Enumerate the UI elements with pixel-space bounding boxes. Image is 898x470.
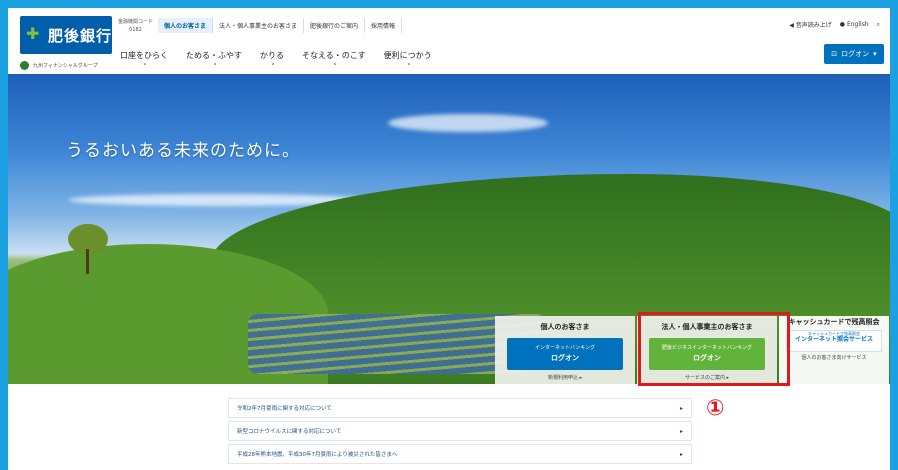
cash-card-link[interactable]: 個人のお客さま向けサービス [779,354,889,361]
tab-about[interactable]: 肥後銀行のご案内 [304,18,366,33]
bank-code-value: 0182 [129,27,142,33]
cloud [388,114,548,132]
list-item[interactable]: 令和2年7月豪雨に関する対応について ▸ [228,398,692,418]
chevron-right-icon: ▸ [679,427,683,435]
news-title: 平成28年熊本地震、平成30年7月豪雨により被災された皆さまへ [237,452,398,458]
tree-trunk [86,249,89,274]
logo-text: 肥後銀行 [48,27,113,45]
speaker-icon: ◀ [789,22,794,29]
news-list: 令和2年7月豪雨に関する対応について ▸ 新型コロナウイルスに関する対応について… [228,398,692,467]
top-tabs: 個人のお客さま 法人・個人事業主のお客さま 肥後銀行のご案内 採用情報 [158,18,403,33]
news-title: 令和2年7月豪雨に関する対応について [237,406,332,412]
english-label: English [846,21,869,28]
annotation-highlight [638,312,790,386]
group-logo[interactable]: 九州フィナンシャルグループ [20,61,98,70]
hero-title: うるおいある未来のために。 [66,141,300,161]
chevron-down-icon: ▾ [873,50,877,58]
nav-prepare[interactable]: そなえる・のこす [302,50,366,65]
read-aloud-link[interactable]: ◀ 音声読み上げ [789,20,832,29]
search-icon[interactable]: ⌕ [877,21,880,29]
lock-icon: ⊡ [831,50,838,58]
news-title: 新型コロナウイルスに関する対応について [237,429,342,435]
nav-open-account[interactable]: 口座をひらく [120,50,168,65]
annotation-marker: ① [706,396,725,421]
cash-card-panel: キャッシュカードで残高照会 キャッシュカードで残高照会 インターネット照会サービ… [779,316,889,384]
personal-logon-button[interactable]: インターネットバンキング ログオン [507,338,623,370]
tab-business[interactable]: 法人・個人事業主のお客さま [213,18,305,33]
personal-signup-link[interactable]: 新規利用申込 ▸ [495,374,635,381]
bank-code: 金融機関コード 0182 [118,18,153,34]
globe-icon: ● [839,21,846,28]
read-aloud-label: 音声読み上げ [795,22,832,29]
nav-borrow[interactable]: かりる [260,50,284,65]
nav-convenient[interactable]: 便利につかう [384,50,432,65]
personal-panel: 個人のお客さま インターネットバンキング ログオン 新規利用申込 ▸ [495,316,635,384]
personal-logon-line1: インターネットバンキング [534,345,596,351]
logo-mark-icon: ✚ [26,24,40,43]
main-nav: 口座をひらく ためる・ふやす かりる そなえる・のこす 便利につかう [120,50,432,65]
personal-panel-title: 個人のお客さま [540,323,590,331]
bank-logo[interactable]: ✚ 肥後銀行 [20,16,112,54]
nav-save[interactable]: ためる・ふやす [186,50,242,65]
list-item[interactable]: 新型コロナウイルスに関する対応について ▸ [228,421,692,441]
cash-card-line2: インターネット照会サービス [794,336,873,343]
personal-logon-line2: ログオン [551,354,579,362]
group-logo-icon [20,61,29,70]
site-header: ✚ 肥後銀行 九州フィナンシャルグループ 金融機関コード 0182 個人のお客さ… [8,8,890,74]
group-label: 九州フィナンシャルグループ [33,63,98,69]
utility-links: ◀ 音声読み上げ ● English ⌕ [789,20,880,30]
header-logon-label: ログオン [841,50,870,58]
bank-code-label: 金融機関コード [118,19,154,25]
cash-card-inquiry-button[interactable]: キャッシュカードで残高照会 インターネット照会サービス [786,330,882,352]
tab-personal[interactable]: 個人のお客さま [158,18,214,33]
chevron-right-icon: ▸ [679,450,683,458]
cash-card-title: キャッシュカードで残高照会 [788,318,880,326]
header-logon-button[interactable]: ⊡ ログオン ▾ [824,44,884,64]
english-link[interactable]: ● English [840,21,869,28]
chevron-right-icon: ▸ [679,404,683,412]
tab-recruit[interactable]: 採用情報 [365,18,403,33]
list-item[interactable]: 平成28年熊本地震、平成30年7月豪雨により被災された皆さまへ ▸ [228,444,692,464]
